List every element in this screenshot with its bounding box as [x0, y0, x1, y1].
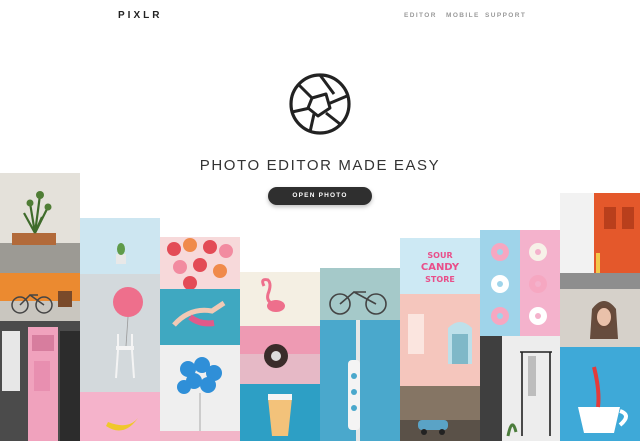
photo-tile-clothes-rack	[480, 336, 560, 441]
photo-tile-headphones	[240, 326, 320, 384]
photo-tile-cactus	[80, 218, 160, 274]
aperture-logo-icon	[289, 73, 351, 135]
photo-tile-portrait	[560, 289, 640, 347]
nav-editor-link[interactable]: EDITOR	[404, 12, 437, 19]
photo-tile-iced-drink	[240, 384, 320, 441]
photo-tile-donuts	[480, 230, 560, 336]
photo-tile-citrus-slices	[160, 237, 240, 289]
photo-tile-blue-balloons	[160, 345, 240, 441]
hero-tagline: PHOTO EDITOR MADE EASY	[199, 157, 441, 174]
photo-tile-candy-store: SOUR CANDY STORE	[400, 238, 480, 294]
photo-tile-banana	[80, 392, 160, 441]
top-navigation-bar: PIXLR EDITOR MOBILE SUPPORT	[0, 0, 640, 34]
svg-text:SOUR: SOUR	[427, 251, 452, 260]
photo-tile-balloon-chair	[80, 274, 160, 392]
photo-tile-pastel-door	[400, 294, 480, 386]
pixlr-logo[interactable]: PIXLR	[118, 10, 162, 21]
photo-tile-wall-bicycle	[320, 268, 400, 320]
photo-tile-diving-woman	[160, 289, 240, 345]
photo-tile-vintage-car	[400, 386, 480, 441]
photo-tile-orange-building	[560, 193, 640, 289]
photo-tile-hotel-sign	[320, 320, 400, 441]
photo-tile-pink-payphone	[0, 321, 80, 441]
svg-text:CANDY: CANDY	[421, 262, 460, 273]
photo-tile-teacup	[560, 347, 640, 441]
open-photo-button[interactable]: OPEN PHOTO	[268, 187, 372, 205]
photo-tile-flamingo	[240, 272, 320, 326]
nav-support-link[interactable]: SUPPORT	[485, 12, 526, 19]
nav-mobile-link[interactable]: MOBILE	[446, 12, 480, 19]
svg-text:STORE: STORE	[425, 275, 455, 284]
photo-tile-plant-wall	[0, 173, 80, 273]
photo-tile-bicycle	[0, 273, 80, 321]
